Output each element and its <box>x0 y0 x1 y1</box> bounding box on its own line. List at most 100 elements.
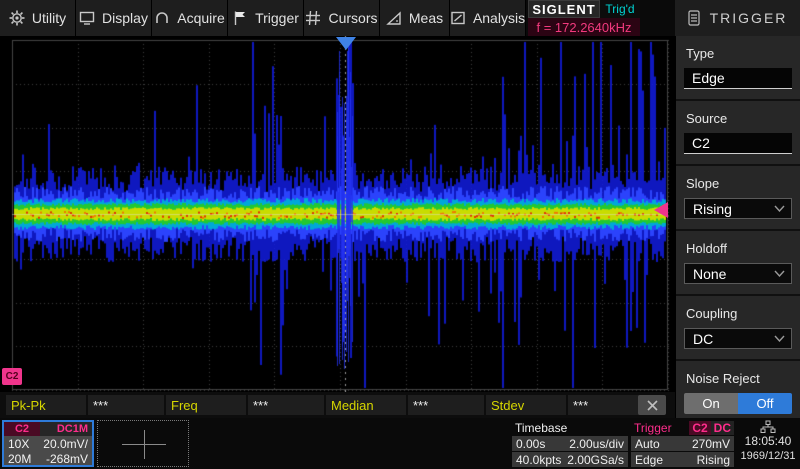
trigger-level: 270mV <box>692 437 730 451</box>
menu-cursors[interactable]: Cursors <box>304 0 380 36</box>
waveform-display <box>0 36 675 392</box>
add-channel-slot[interactable] <box>97 420 189 467</box>
waveform-area <box>0 36 675 392</box>
channel2-descriptor[interactable]: C2 DC1M 10X 20.0mV/ 20M -268mV <box>2 420 94 467</box>
channel-probe: 10X <box>8 437 29 451</box>
trigger-settings-panel: Type Edge Source C2 Slope Rising Holdoff… <box>675 36 800 418</box>
menu-analysis-label: Analysis <box>473 10 525 26</box>
gear-icon <box>9 10 25 26</box>
trigger-label: Trigger <box>631 421 689 435</box>
slope-label: Slope <box>686 176 792 191</box>
trigger-source-section: Source C2 <box>676 101 800 166</box>
trigger-status-badge: Trig'd <box>600 0 640 18</box>
trigger-level-marker[interactable] <box>654 202 668 218</box>
noise-reject-on-button[interactable]: On <box>684 393 738 414</box>
status-bar: C2 DC1M 10X 20.0mV/ 20M -268mV Timebase … <box>0 418 800 469</box>
trigger-mode: Auto <box>635 437 660 451</box>
timebase-rate: 2.00GSa/s <box>567 453 624 467</box>
list-icon <box>688 10 700 26</box>
measurement-stdev[interactable]: Stdev *** <box>486 395 644 415</box>
type-label: Type <box>686 46 792 61</box>
measurement-pkpk[interactable]: Pk-Pk *** <box>6 395 164 415</box>
siglent-logo: SIGLENT <box>528 0 600 18</box>
menu-display-label: Display <box>102 10 148 26</box>
chevron-down-icon <box>774 335 785 342</box>
trigger-type-field[interactable]: Edge <box>684 68 792 89</box>
channel-offset-marker[interactable]: C2 <box>2 368 22 385</box>
holdoff-label: Holdoff <box>686 241 792 256</box>
coupling-dropdown[interactable]: DC <box>684 328 792 349</box>
lan-icon <box>760 420 776 434</box>
channel-bandwidth: 20M <box>8 452 31 466</box>
close-icon <box>647 400 658 411</box>
slope-value: Rising <box>693 201 732 217</box>
frequency-counter: f = 172.2640kHz <box>528 18 640 36</box>
analysis-icon <box>450 10 466 26</box>
plus-icon <box>144 430 145 459</box>
holdoff-dropdown[interactable]: None <box>684 263 792 284</box>
close-measurements-button[interactable] <box>638 395 666 415</box>
trigger-slope-section: Slope Rising <box>676 166 800 231</box>
source-label: Source <box>686 111 792 126</box>
channel-scale: 20.0mV/ <box>43 437 88 451</box>
chevron-down-icon <box>774 205 785 212</box>
menu-acquire[interactable]: Acquire <box>152 0 228 36</box>
timebase-label: Timebase <box>512 420 628 435</box>
menu-cursors-label: Cursors <box>328 10 377 26</box>
noise-reject-section: Noise Reject On Off <box>676 361 800 424</box>
timebase-descriptor[interactable]: Timebase 0.00s 2.00us/div 40.0kpts 2.00G… <box>512 420 628 467</box>
menu-meas-label: Meas <box>409 10 443 26</box>
datetime-display: 18:05:40 1969/12/31 <box>737 420 799 467</box>
menu-acquire-label: Acquire <box>177 10 224 26</box>
noise-reject-toggle: On Off <box>684 393 792 414</box>
coupling-label: Coupling <box>686 306 792 321</box>
measurement-value: *** <box>88 395 164 415</box>
trigger-type-section: Type Edge <box>676 36 800 101</box>
menu-utility[interactable]: Utility <box>0 0 76 36</box>
trigger-coupling-badge: DC <box>711 421 734 435</box>
measurement-median[interactable]: Median *** <box>326 395 484 415</box>
chevron-down-icon <box>774 270 785 277</box>
timebase-scale: 2.00us/div <box>569 437 624 451</box>
menu-trigger-label: Trigger <box>255 10 299 26</box>
trigger-type: Edge <box>635 453 663 467</box>
measurement-freq[interactable]: Freq *** <box>166 395 324 415</box>
acquire-icon <box>154 10 170 26</box>
channel-offset: -268mV <box>46 452 88 466</box>
timebase-points: 40.0kpts <box>516 453 561 467</box>
slope-dropdown[interactable]: Rising <box>684 198 792 219</box>
trigger-descriptor[interactable]: Trigger C2 DC Auto 270mV Edge Rising <box>631 420 734 467</box>
main-menu: Utility Display Acquire Trigger <box>0 0 526 36</box>
measurement-value: *** <box>568 395 644 415</box>
trigger-source-field[interactable]: C2 <box>684 133 792 154</box>
clock-time: 18:05:40 <box>745 434 792 449</box>
noise-reject-off-button[interactable]: Off <box>738 393 792 414</box>
menu-meas[interactable]: Meas <box>380 0 450 36</box>
holdoff-value: None <box>693 266 726 282</box>
menu-analysis[interactable]: Analysis <box>450 0 526 36</box>
noise-reject-label: Noise Reject <box>686 371 792 386</box>
brand-status-block: SIGLENT Trig'd f = 172.2640kHz <box>528 0 640 36</box>
measurement-label: Stdev <box>486 395 566 415</box>
menu-display[interactable]: Display <box>76 0 152 36</box>
trigger-slope: Rising <box>697 453 730 467</box>
menu-trigger[interactable]: Trigger <box>228 0 304 36</box>
measurement-label: Freq <box>166 395 246 415</box>
measurement-label: Median <box>326 395 406 415</box>
trigger-source-badge: C2 <box>689 421 710 435</box>
trigger-holdoff-section: Holdoff None <box>676 231 800 296</box>
trigger-position-marker[interactable] <box>336 37 356 50</box>
measurement-label: Pk-Pk <box>6 395 86 415</box>
cursors-icon <box>305 10 321 26</box>
coupling-value: DC <box>693 331 713 347</box>
measure-icon <box>386 10 402 26</box>
trigger-panel-header: TRIGGER <box>675 0 800 36</box>
menu-utility-label: Utility <box>32 10 66 26</box>
channel-name: C2 <box>4 422 40 436</box>
measurement-value: *** <box>248 395 324 415</box>
measurement-value: *** <box>408 395 484 415</box>
timebase-delay: 0.00s <box>516 437 545 451</box>
measurement-bar: Pk-Pk *** Freq *** Median *** Stdev *** <box>0 392 675 418</box>
trigger-panel-title: TRIGGER <box>710 10 788 26</box>
clock-date: 1969/12/31 <box>740 449 795 463</box>
